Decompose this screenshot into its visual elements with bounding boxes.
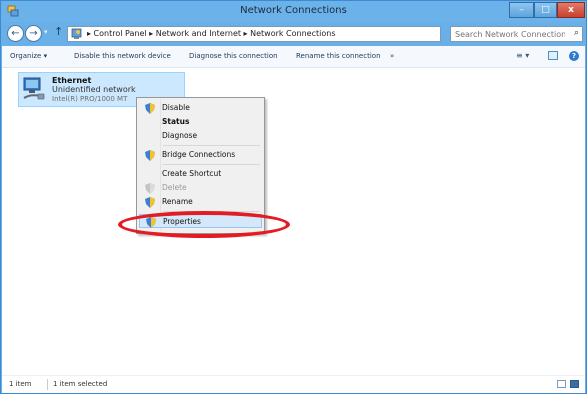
menu-item-label: Bridge Connections (162, 150, 236, 159)
shield-icon (145, 103, 155, 114)
breadcrumb[interactable]: ▸ Control Panel ▸ Network and Internet ▸… (87, 29, 336, 38)
menu-item-label: Disable (162, 103, 190, 112)
connection-name: Ethernet (52, 76, 92, 85)
command-bar: Organize ▾ Disable this network device D… (2, 46, 585, 68)
preview-pane-icon[interactable] (548, 51, 558, 60)
menu-item-diagnose[interactable]: Diagnose (139, 129, 262, 143)
recent-locations-button[interactable]: ▾ (44, 28, 48, 36)
change-view-button[interactable]: ≡ ▾ (516, 51, 529, 60)
status-divider (47, 379, 48, 390)
address-row: ← → ▾ ↑ ▸ Control Panel ▸ Network and In… (1, 22, 586, 46)
details-view-icon[interactable] (557, 380, 566, 388)
large-icons-view-icon[interactable] (570, 380, 579, 388)
up-button[interactable]: ↑ (54, 25, 63, 38)
search-input[interactable] (455, 28, 565, 40)
explorer-window: Network Connections – □ x ← → ▾ ↑ ▸ Cont… (0, 0, 587, 394)
menu-item-bridge-connections[interactable]: Bridge Connections (139, 148, 262, 162)
control-panel-icon (71, 28, 82, 39)
highlight-annotation-ellipse (118, 211, 290, 238)
menu-item-label: Diagnose (162, 131, 198, 140)
connections-list: Ethernet Unidentified network Intel(R) P… (2, 68, 585, 375)
menu-separator (163, 145, 260, 146)
connection-status: Unidentified network (52, 85, 136, 94)
ethernet-adapter-icon (23, 77, 45, 100)
organize-button[interactable]: Organize ▾ (10, 52, 47, 60)
menu-item-status[interactable]: Status (139, 115, 262, 129)
window-title: Network Connections (240, 5, 347, 16)
menu-item-label: Delete (162, 183, 187, 192)
back-button[interactable]: ← (7, 25, 24, 42)
shield-icon (145, 183, 155, 194)
status-bar: 1 item 1 item selected (2, 375, 585, 393)
title-bar[interactable]: Network Connections – □ x (1, 1, 586, 22)
menu-item-disable[interactable]: Disable (139, 101, 262, 115)
menu-item-delete[interactable]: Delete (139, 181, 262, 195)
rename-connection-button[interactable]: Rename this connection (296, 52, 381, 60)
help-icon[interactable]: ? (569, 51, 579, 61)
more-commands-button[interactable]: » (390, 52, 394, 60)
menu-item-label: Status (162, 117, 190, 126)
menu-separator (163, 164, 260, 165)
search-box[interactable]: ⌕ (450, 26, 583, 42)
selection-count: 1 item selected (53, 380, 108, 388)
menu-item-label: Rename (162, 197, 193, 206)
close-button[interactable]: x (557, 2, 585, 18)
disable-device-button[interactable]: Disable this network device (74, 52, 171, 60)
diagnose-connection-button[interactable]: Diagnose this connection (189, 52, 278, 60)
minimize-button[interactable]: – (509, 2, 534, 18)
shield-icon (145, 150, 155, 161)
menu-item-rename[interactable]: Rename (139, 195, 262, 209)
forward-button[interactable]: → (25, 25, 42, 42)
menu-item-label: Create Shortcut (162, 169, 222, 178)
maximize-button[interactable]: □ (534, 2, 557, 18)
shield-icon (145, 197, 155, 208)
item-count: 1 item (9, 380, 32, 388)
search-icon[interactable]: ⌕ (574, 28, 579, 38)
address-bar[interactable]: ▸ Control Panel ▸ Network and Internet ▸… (67, 26, 504, 42)
menu-item-create-shortcut[interactable]: Create Shortcut (139, 167, 262, 181)
